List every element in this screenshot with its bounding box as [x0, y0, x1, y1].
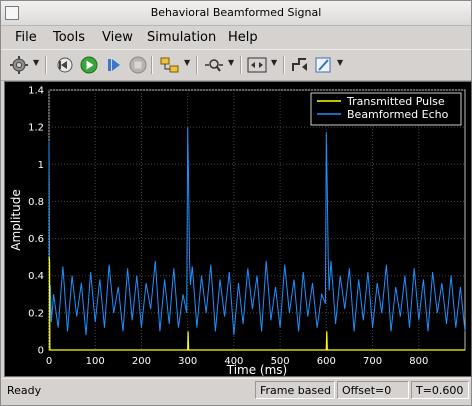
status-bar: Ready Frame based Offset=0 T=0.600	[1, 378, 471, 405]
y-tick-label: 0	[38, 346, 44, 357]
scope-window: Behavioral Beamformed Signal File Tools …	[0, 0, 472, 406]
toolbar-separator	[45, 56, 47, 74]
menu-help[interactable]: Help	[228, 30, 258, 45]
pulse-series-line	[48, 257, 465, 351]
menu-tools[interactable]: Tools	[53, 30, 85, 45]
toolbar: ▼ ▼ ▼ ▼ ▼	[1, 49, 471, 81]
y-tick-label: 1.4	[28, 86, 44, 97]
frame-based-indicator: Frame based	[255, 381, 335, 399]
axes-box	[48, 89, 466, 351]
step-forward-icon[interactable]	[104, 55, 124, 75]
gear-dropdown-icon[interactable]: ▼	[33, 58, 39, 67]
stop-icon[interactable]	[128, 55, 148, 75]
menu-view[interactable]: View	[102, 30, 133, 45]
time-indicator: T=0.600	[411, 381, 469, 399]
toolbar-separator	[151, 56, 153, 74]
y-tick-label: 1	[38, 160, 44, 171]
restore-icon[interactable]	[55, 55, 75, 75]
highlight-block-icon[interactable]	[159, 55, 181, 75]
x-axis-label: Time (ms)	[226, 363, 288, 376]
x-tick-label: 800	[409, 356, 428, 367]
y-tick-label: 0.4	[28, 271, 44, 282]
fit-axes-dropdown-icon[interactable]: ▼	[271, 58, 277, 67]
plot-area[interactable]: 0 100 200 300 400 500 600 700 800 0 0.2 0.4 0.6 0.8 1 1…	[4, 81, 472, 377]
fit-axes-icon[interactable]	[246, 55, 268, 75]
x-tick-label: 300	[178, 356, 197, 367]
legend-entry: Transmitted Pulse	[346, 95, 445, 108]
status-ready: Ready	[7, 384, 42, 397]
highlight-dropdown-icon[interactable]: ▼	[184, 58, 190, 67]
x-tick-label: 0	[46, 356, 52, 367]
zoom-dropdown-icon[interactable]: ▼	[228, 58, 234, 67]
y-tick-label: 1.2	[28, 123, 44, 134]
toolbar-separator	[283, 56, 285, 74]
scope-chart[interactable]: 0 100 200 300 400 500 600 700 80000.20.40.60.811…	[5, 82, 471, 377]
toolbar-separator	[240, 56, 242, 74]
title-bar[interactable]: Behavioral Beamformed Signal	[1, 1, 471, 26]
window-title: Behavioral Beamformed Signal	[150, 6, 322, 19]
style-dropdown-icon[interactable]: ▼	[337, 58, 343, 67]
x-tick-label: 600	[317, 356, 336, 367]
y-tick-label: 0.2	[28, 308, 44, 319]
y-tick-label: 0.8	[28, 197, 44, 208]
y-axis-label: Amplitude	[9, 189, 23, 251]
run-icon[interactable]	[79, 55, 99, 75]
style-icon[interactable]	[313, 55, 333, 75]
menu-file[interactable]: File	[15, 30, 37, 45]
x-tick-label: 100	[86, 356, 105, 367]
echo-series-line	[48, 127, 466, 336]
toolbar-separator	[196, 56, 198, 74]
gear-icon[interactable]	[9, 55, 29, 75]
y-tick-label: 0.6	[28, 234, 44, 245]
legend-entry: Beamformed Echo	[347, 108, 449, 121]
signal-icon[interactable]	[290, 55, 310, 75]
menu-bar: File Tools View Simulation Help	[1, 26, 471, 48]
x-tick-label: 200	[132, 356, 151, 367]
menu-simulation[interactable]: Simulation	[147, 30, 216, 45]
offset-indicator: Offset=0	[337, 381, 409, 399]
x-tick-label: 700	[363, 356, 382, 367]
zoom-icon[interactable]	[203, 55, 225, 75]
